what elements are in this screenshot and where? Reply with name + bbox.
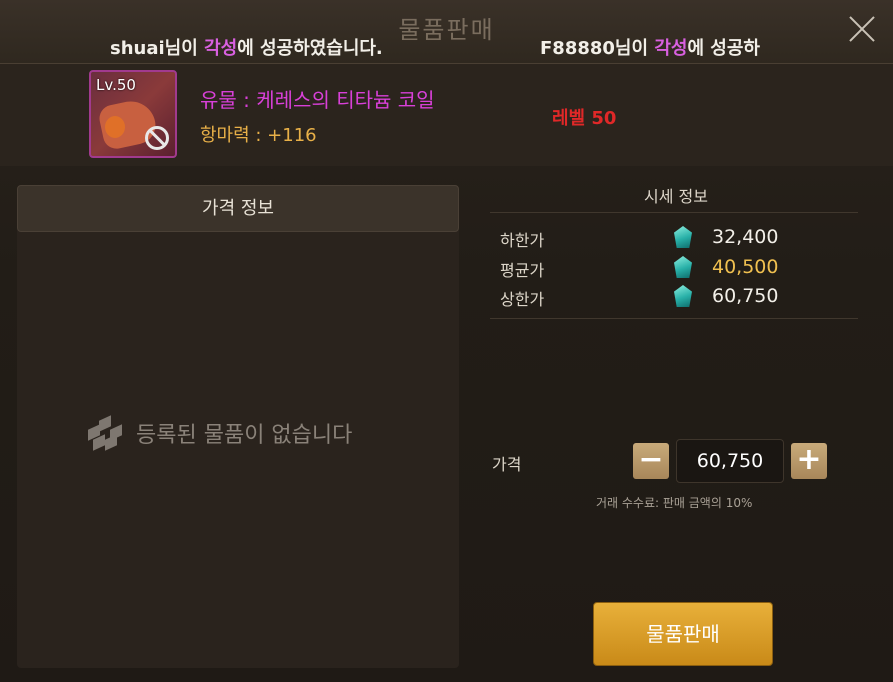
avg-price-label: 평균가 [500,261,545,280]
close-icon[interactable] [845,12,879,46]
notice-2: F88880님이 각성에 성공하 [540,34,760,60]
empty-message: 등록된 물품이 없습니다 [136,423,353,448]
avg-price-value: 40,500 [712,256,779,278]
max-price-label: 상한가 [500,290,545,309]
gem-icon [674,285,692,307]
item-icon[interactable]: Lv.50 [89,70,177,158]
face-icon [105,116,125,138]
notice-2-name: F88880 [540,38,615,59]
notice-1-highlight: 각성 [204,38,238,59]
item-name: 유물 : 케레스의 티타늄 코일 [200,88,435,112]
boxes-icon [88,415,122,451]
empty-listing: 등록된 물품이 없습니다 [88,415,353,451]
min-price-value: 32,400 [712,226,779,248]
notice-2-rest: 에 성공하 [687,38,760,59]
not-tradable-icon [145,126,169,150]
min-price-label: 하한가 [500,231,545,250]
market-row-min: 하한가 32,400 [490,224,858,252]
max-price-value: 60,750 [712,285,779,307]
increase-price-button[interactable]: + [791,443,827,479]
gem-icon [674,226,692,248]
notice-2-highlight: 각성 [654,38,688,59]
notice-1: shuai님이 각성에 성공하였습니다. [110,34,383,60]
price-label: 가격 [492,455,522,474]
notice-1-rest: 에 성공하였습니다. [237,38,383,59]
market-row-avg: 평균가 40,500 [490,254,858,282]
divider [490,318,858,319]
decrease-price-button[interactable]: − [633,443,669,479]
title-bar: 물품판매 shuai님이 각성에 성공하였습니다. F88880님이 각성에 성… [0,0,893,64]
price-info-header: 가격 정보 [17,185,459,232]
divider [490,212,858,213]
notice-2-suffix: 님이 [614,38,655,59]
item-level-text: 레벨 50 [552,108,617,129]
price-input[interactable] [676,439,784,483]
market-info-title: 시세 정보 [644,187,708,206]
market-row-max: 상한가 60,750 [490,283,858,311]
sell-item-button[interactable]: 물품판매 [593,602,773,666]
item-level-badge: Lv.50 [96,76,136,94]
gem-icon [674,256,692,278]
item-stat: 항마력 : +116 [200,125,317,146]
notice-1-suffix: 님이 [164,38,205,59]
fee-text: 거래 수수료: 판매 금액의 10% [596,496,753,510]
notice-1-name: shuai [110,38,165,59]
